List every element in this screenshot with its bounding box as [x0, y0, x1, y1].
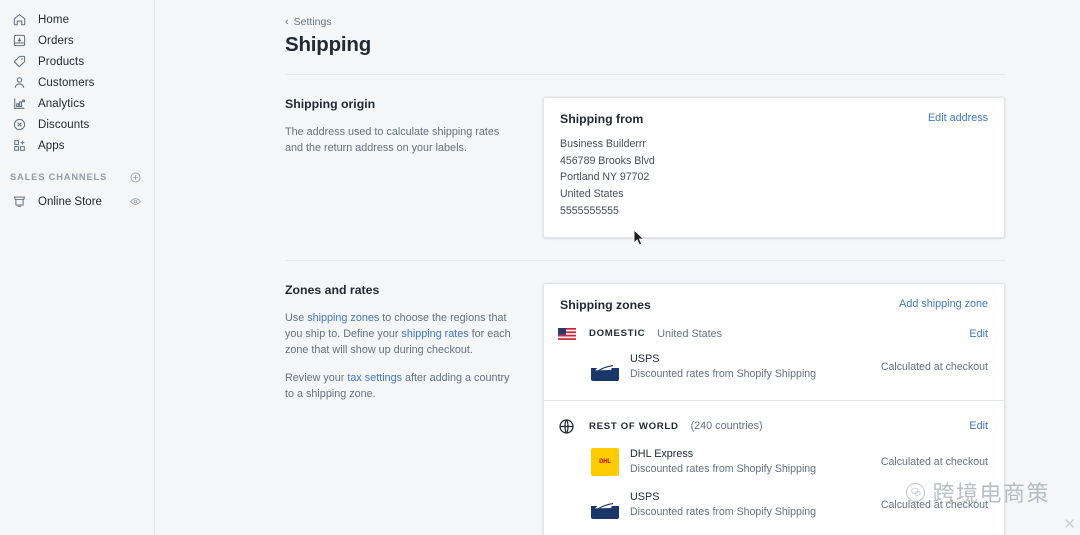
tag-icon — [10, 53, 28, 71]
sidebar-item-products[interactable]: Products — [0, 51, 154, 72]
sidebar-item-home[interactable]: Home — [0, 9, 154, 30]
zone-countries: United States — [657, 328, 722, 340]
section-title: Zones and rates — [285, 283, 517, 297]
person-icon — [10, 74, 28, 92]
card-header: Shipping zones Add shipping zone — [544, 284, 1004, 312]
add-shipping-zone-link[interactable]: Add shipping zone — [899, 298, 988, 310]
edit-zone-link[interactable]: Edit — [969, 420, 988, 432]
storefront-icon — [10, 193, 28, 211]
sidebar-item-online-store[interactable]: Online Store — [0, 191, 154, 212]
edit-zone-link[interactable]: Edit — [969, 328, 988, 340]
zone-name: DOMESTIC — [589, 328, 645, 339]
page-container: ‹ Settings Shipping Shipping origin The … — [285, 0, 1005, 535]
sidebar-item-customers[interactable]: Customers — [0, 72, 154, 93]
card-title: Shipping from — [560, 112, 643, 126]
sidebar-item-apps[interactable]: Apps — [0, 135, 154, 156]
globe-icon — [558, 418, 578, 435]
inline-link[interactable]: shipping zones — [307, 312, 379, 324]
section-description-column: Zones and rates Use shipping zones to ch… — [285, 283, 543, 535]
us-flag-icon — [558, 328, 578, 340]
dhl-logo-icon: DHL — [591, 448, 619, 476]
watermark-corner-glyph: ✕ — [1063, 515, 1076, 533]
section-card-column: Shipping from Edit address Business Buil… — [543, 97, 1005, 238]
sidebar-section-sales-channels: SALES CHANNELS — [0, 167, 154, 187]
sales-channels-heading: SALES CHANNELS — [10, 172, 107, 182]
shipping-rate-row: DHL DHL ExpressDiscounted rates from Shop… — [544, 442, 1004, 485]
discount-circle-icon — [10, 116, 28, 134]
section-description: The address used to calculate shipping r… — [285, 124, 517, 157]
plus-circle-icon[interactable] — [129, 171, 142, 184]
sidebar-item-label: Analytics — [38, 98, 85, 110]
page-title: Shipping — [285, 33, 1005, 57]
orders-inbox-icon — [10, 32, 28, 50]
rate-description: Discounted rates from Shopify Shipping — [630, 462, 816, 477]
usps-logo-icon — [591, 353, 619, 381]
primary-sidebar: Home Orders Products — [0, 0, 155, 535]
card-title: Shipping zones — [560, 298, 651, 312]
zone-name: REST OF WORLD — [589, 421, 679, 432]
inline-text: Use — [285, 312, 307, 324]
section-description-1: Use shipping zones to choose the regions… — [285, 310, 517, 359]
bar-chart-icon — [10, 95, 28, 113]
sidebar-item-discounts[interactable]: Discounts — [0, 114, 154, 135]
section-card-column: Shipping zones Add shipping zone DOMESTI… — [543, 283, 1005, 535]
address-line: Business Builderrr — [560, 136, 988, 153]
section-shipping-origin: Shipping origin The address used to calc… — [285, 75, 1005, 238]
rate-carrier-name: USPS — [630, 352, 816, 368]
inline-link[interactable]: tax settings — [347, 372, 402, 384]
section-description-2: Review your tax settings after adding a … — [285, 370, 517, 403]
address-block: Business Builderrr 456789 Brooks Blvd Po… — [544, 126, 1004, 237]
eye-icon[interactable] — [129, 195, 142, 208]
sidebar-item-label: Discounts — [38, 119, 89, 131]
home-icon — [10, 11, 28, 29]
inline-link[interactable]: shipping rates — [401, 328, 468, 340]
breadcrumb[interactable]: ‹ Settings — [285, 16, 1005, 28]
section-title: Shipping origin — [285, 97, 517, 111]
breadcrumb-label: Settings — [294, 16, 332, 28]
address-line: 456789 Brooks Blvd — [560, 153, 988, 170]
rate-text: USPSDiscounted rates from Shopify Shippi… — [630, 352, 816, 383]
shipping-rate-row: USPSDiscounted rates from Shopify Shippi… — [544, 485, 1004, 528]
rate-price: Calculated at checkout — [881, 361, 988, 373]
zone-countries: (240 countries) — [691, 420, 763, 432]
sidebar-item-orders[interactable]: Orders — [0, 30, 154, 51]
apps-grid-icon — [10, 137, 28, 155]
sidebar-item-label: Apps — [38, 140, 65, 152]
shipping-settings-page: Home Orders Products — [0, 0, 1080, 535]
shipping-zone-row: DOMESTIC United States Edit — [544, 321, 1004, 347]
sidebar-item-label: Home — [38, 14, 69, 26]
address-line: Portland NY 97702 — [560, 169, 988, 186]
rate-description: Discounted rates from Shopify Shipping — [630, 367, 816, 382]
rate-carrier-name: DHL Express — [630, 447, 816, 463]
card-header: Shipping from Edit address — [544, 98, 1004, 126]
sidebar-item-analytics[interactable]: Analytics — [0, 93, 154, 114]
section-zones-and-rates: Zones and rates Use shipping zones to ch… — [285, 261, 1005, 535]
usps-logo-icon — [591, 491, 619, 519]
rate-price: Calculated at checkout — [881, 456, 988, 468]
edit-address-link[interactable]: Edit address — [928, 112, 988, 124]
zone-divider — [544, 400, 1004, 401]
rate-text: DHL ExpressDiscounted rates from Shopify… — [630, 447, 816, 478]
section-description-column: Shipping origin The address used to calc… — [285, 97, 543, 238]
chevron-left-icon: ‹ — [285, 17, 289, 28]
sidebar-item-label: Orders — [38, 35, 74, 47]
address-line: United States — [560, 186, 988, 203]
rate-carrier-name: USPS — [630, 490, 816, 506]
zones-list: DOMESTICUnited StatesEditUSPSDiscounted … — [544, 312, 1004, 535]
shipping-zones-card: Shipping zones Add shipping zone DOMESTI… — [543, 283, 1005, 535]
shipping-from-card: Shipping from Edit address Business Buil… — [543, 97, 1005, 238]
rate-description: Discounted rates from Shopify Shipping — [630, 505, 816, 520]
sidebar-item-label: Online Store — [38, 196, 129, 208]
rate-text: USPSDiscounted rates from Shopify Shippi… — [630, 490, 816, 521]
address-line: 5555555555 — [560, 203, 988, 220]
main-content: ‹ Settings Shipping Shipping origin The … — [155, 0, 1080, 535]
rate-price: Calculated at checkout — [881, 499, 988, 511]
sidebar-item-label: Products — [38, 56, 84, 68]
inline-text: Review your — [285, 372, 347, 384]
sidebar-item-label: Customers — [38, 77, 95, 89]
shipping-rate-row: USPSDiscounted rates from Shopify Shippi… — [544, 347, 1004, 390]
shipping-zone-row: REST OF WORLD (240 countries) Edit — [544, 411, 1004, 442]
